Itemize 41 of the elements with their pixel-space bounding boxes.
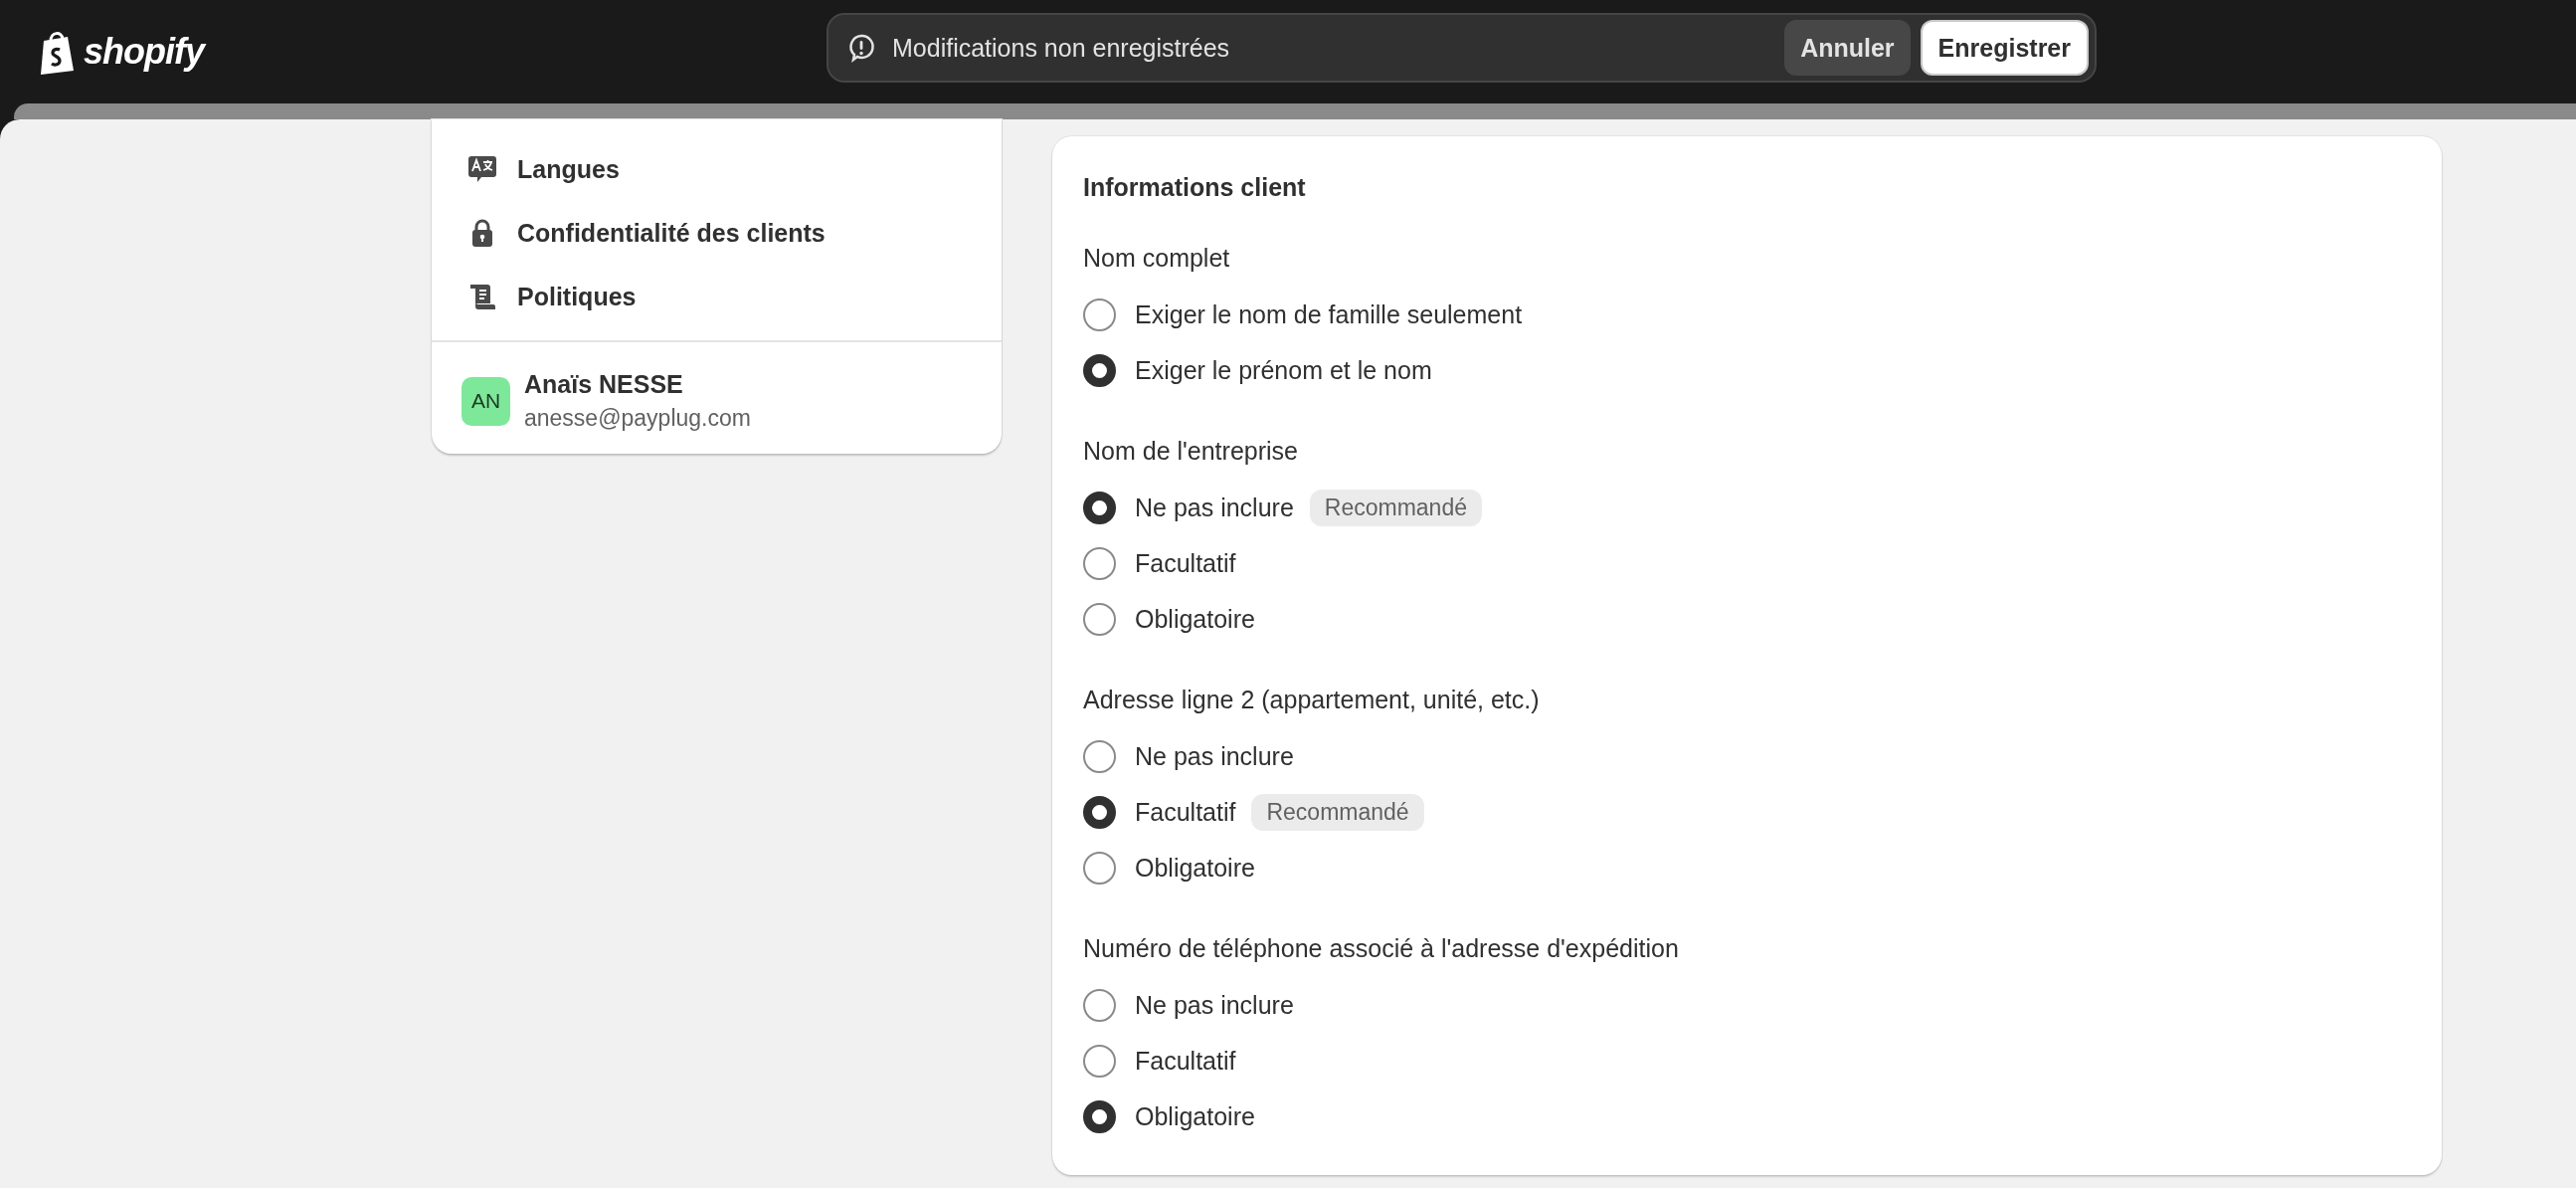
field-label: Nom complet [1083,243,1231,274]
option-label[interactable]: Facultatif [1135,1046,1236,1076]
option-label[interactable]: Obligatoire [1135,1101,1255,1131]
option-label[interactable]: Obligatoire [1135,604,1255,634]
sidebar-item[interactable]: Confidentialité des clients [432,201,1002,265]
option-label[interactable]: Ne pas inclure [1135,741,1294,771]
radio-button[interactable] [1083,988,1116,1022]
radio-button[interactable] [1083,491,1116,524]
radio-button[interactable] [1083,602,1116,636]
option-label[interactable]: Obligatoire [1135,853,1255,883]
radio-button[interactable] [1083,1044,1116,1078]
sidebar-item[interactable]: Politiques [432,265,1002,328]
radio-button[interactable] [1083,297,1116,331]
scroll-icon [467,282,497,311]
option-label[interactable]: Ne pas inclure [1135,990,1294,1020]
cancel-button[interactable]: Annuler [1784,20,1911,76]
field-label: Adresse ligne 2 (appartement, unité, etc.) [1083,685,1541,715]
user-avatar: AN [461,376,510,426]
radio-button[interactable] [1083,1099,1116,1133]
recommended-tag: Recommandé [1251,793,1424,831]
option-label[interactable]: Exiger le nom de famille seulement [1135,299,1523,329]
card-title: Informations client [1083,172,1307,203]
option-label[interactable]: Exiger le prénom et le nom [1135,355,1432,385]
recommended-tag: Recommandé [1309,489,1482,526]
unsaved-changes-text: Modifications non enregistrées [892,33,1231,63]
user-email: anesse@payplug.com [524,405,751,432]
radio-button[interactable] [1083,739,1116,773]
alert-icon [846,33,876,63]
radio-button[interactable] [1083,795,1116,829]
option-label[interactable]: Facultatif [1135,797,1236,827]
field-label: Nom de l'entreprise [1083,436,1299,467]
radio-button[interactable] [1083,546,1116,580]
radio-button[interactable] [1083,851,1116,885]
translate-icon [467,154,497,184]
option-label[interactable]: Facultatif [1135,548,1236,578]
radio-button[interactable] [1083,353,1116,387]
sidebar-item[interactable]: Langues [432,137,1002,201]
save-button[interactable]: Enregistrer [1920,20,2089,76]
user-name: Anaïs NESSE [524,370,684,399]
option-label[interactable]: Ne pas inclure [1135,493,1294,522]
field-label: Numéro de téléphone associé à l'adresse d'expédition [1083,933,1680,964]
